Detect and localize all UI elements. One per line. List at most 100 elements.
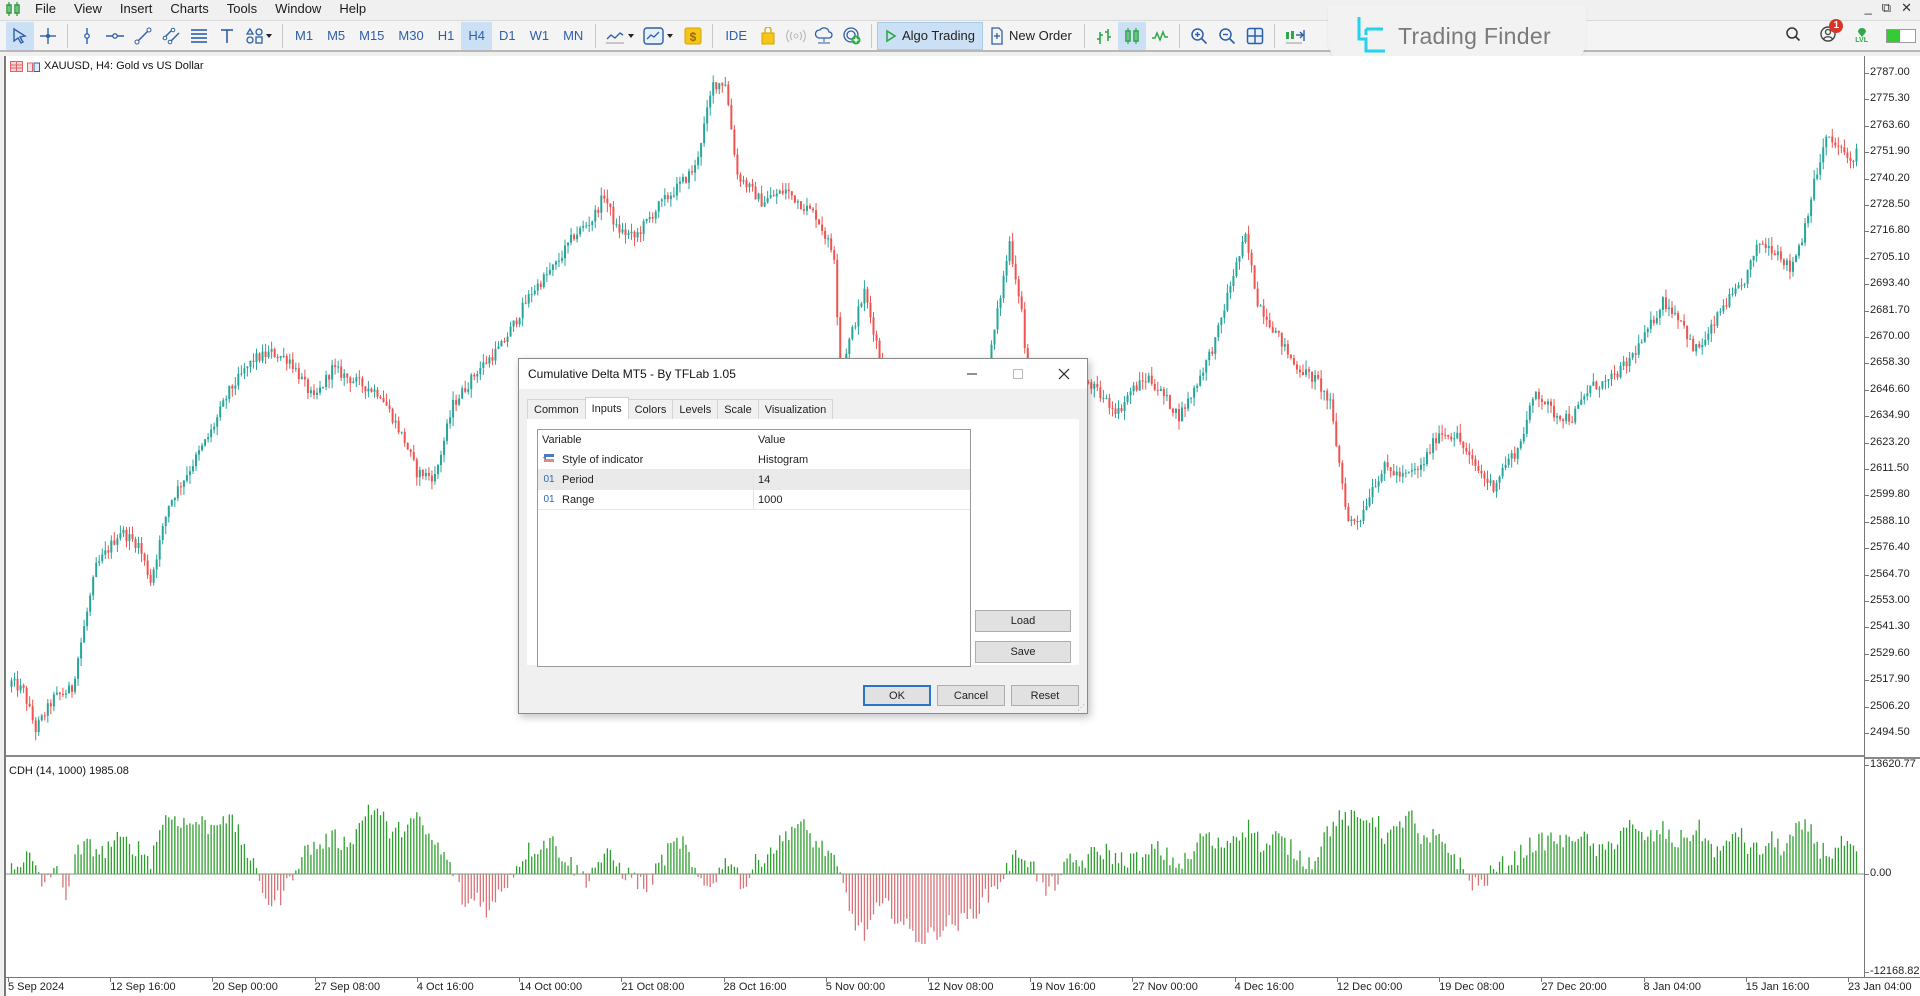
menu-view[interactable]: View (65, 0, 111, 18)
horizontal-line-button[interactable] (101, 22, 129, 50)
market-button[interactable]: $ (679, 22, 707, 50)
candlestick-chart-button[interactable] (1117, 21, 1146, 50)
candle (573, 233, 576, 241)
candle-body (479, 368, 482, 375)
tab-colors[interactable]: Colors (627, 399, 674, 419)
candle-body (1801, 242, 1804, 246)
channel-button[interactable] (157, 22, 185, 50)
candle (1725, 298, 1728, 310)
fibonacci-button[interactable] (185, 22, 213, 50)
signals-button[interactable] (782, 22, 810, 50)
dialog-minimize-button[interactable] (949, 359, 995, 389)
timeframe-h4[interactable]: H4 (461, 21, 492, 50)
candle-body (1698, 344, 1701, 348)
indicator-pane[interactable]: CDH (14, 1000) 1985.08 (6, 759, 1864, 977)
timeframe-m5[interactable]: M5 (320, 22, 352, 50)
crosshair-tool-button[interactable] (34, 22, 62, 50)
param-row-style[interactable]: Style of indicator Histogram (538, 450, 970, 470)
candle (609, 203, 612, 216)
price-tick (1865, 601, 1869, 602)
candle (455, 394, 458, 412)
menu-file[interactable]: File (26, 0, 65, 18)
minimize-icon[interactable]: _ (1865, 0, 1872, 16)
restore-icon[interactable]: ⧉ (1882, 0, 1891, 16)
timeframe-m15[interactable]: M15 (352, 22, 391, 50)
dialog-titlebar[interactable]: Cumulative Delta MT5 - By TFLab 1.05 (519, 359, 1087, 389)
param-row-period[interactable]: 01 Period 14 (538, 470, 970, 490)
dialog-maximize-button[interactable] (995, 359, 1041, 389)
cursor-tool-button[interactable] (6, 21, 34, 50)
account-button[interactable]: 1 (1819, 18, 1844, 48)
text-tool-button[interactable] (213, 22, 241, 50)
param-value[interactable]: Histogram (754, 454, 808, 466)
save-button[interactable]: Save (975, 641, 1071, 663)
ide-button[interactable]: IDE (718, 22, 754, 50)
tab-visualization[interactable]: Visualization (757, 399, 834, 419)
templates-button[interactable] (639, 22, 679, 50)
dialog-close-button[interactable] (1041, 359, 1087, 389)
menu-charts[interactable]: Charts (161, 0, 217, 18)
candle (570, 227, 573, 246)
vps-button[interactable] (810, 22, 838, 50)
shapes-button[interactable] (241, 22, 277, 50)
resize-grip-icon[interactable]: ⋰ (1077, 703, 1085, 712)
tab-levels[interactable]: Levels (672, 399, 719, 419)
ok-button[interactable]: OK (863, 685, 931, 706)
close-icon[interactable]: ✕ (1901, 0, 1912, 16)
timeframe-d1[interactable]: D1 (492, 22, 523, 50)
indicators-button[interactable] (601, 22, 639, 50)
shopping-bag-icon (761, 26, 775, 44)
candle-body (340, 366, 343, 378)
menu-window[interactable]: Window (266, 0, 330, 18)
menu-tools[interactable]: Tools (218, 0, 266, 18)
menu-help[interactable]: Help (330, 0, 375, 18)
chart-shift-button[interactable] (1280, 22, 1310, 50)
market-bag-button[interactable] (754, 22, 782, 50)
time-axis[interactable]: 5 Sep 2024 12 Sep 16:00 20 Sep 00:00 27 Sep… (6, 977, 1920, 996)
menu-insert[interactable]: Insert (111, 0, 162, 18)
tab-inputs[interactable]: Inputs (584, 397, 629, 419)
load-button[interactable]: Load (975, 610, 1071, 632)
tile-windows-button[interactable] (1241, 22, 1269, 50)
param-row-range[interactable]: 01 Range 1000 (538, 490, 970, 510)
param-value[interactable]: 1000 (754, 494, 782, 506)
candle (603, 189, 606, 203)
bar-chart-button[interactable] (1090, 22, 1118, 50)
new-order-button[interactable]: New Order (983, 22, 1079, 50)
one-click-trading-icon[interactable] (10, 60, 23, 72)
tab-scale[interactable]: Scale (717, 399, 759, 419)
algo-trading-button[interactable]: Algo Trading (876, 21, 983, 50)
vertical-line-button[interactable] (73, 22, 101, 50)
candle-body (1314, 375, 1317, 382)
reset-button[interactable]: Reset (1011, 685, 1079, 706)
candle-body (83, 626, 86, 643)
price-axis[interactable]: 2787.00 2775.30 2763.60 2751.90 2740.20 2728.… (1864, 56, 1920, 977)
candle (1123, 396, 1126, 420)
candle-body (1426, 452, 1429, 465)
add-signal-button[interactable] (838, 22, 866, 50)
candle (1120, 404, 1123, 413)
timeframe-m1[interactable]: M1 (288, 22, 320, 50)
candle-body (346, 373, 349, 378)
timeframe-h1[interactable]: H1 (431, 22, 462, 50)
candle-body (1849, 157, 1852, 161)
candle (1344, 477, 1347, 510)
candle-body (666, 195, 669, 200)
timeframe-w1[interactable]: W1 (523, 22, 557, 50)
timeframe-m30[interactable]: M30 (391, 22, 430, 50)
zoom-in-button[interactable] (1185, 22, 1213, 50)
tab-common[interactable]: Common (527, 399, 586, 419)
candle (188, 466, 191, 484)
zoom-out-button[interactable] (1213, 22, 1241, 50)
price-tick (1865, 574, 1869, 576)
param-variable-cell: 01 Range (538, 490, 754, 509)
cancel-button[interactable]: Cancel (937, 685, 1005, 706)
param-value[interactable]: 14 (754, 474, 770, 486)
search-button[interactable] (1785, 26, 1801, 47)
trend-line-button[interactable] (129, 22, 157, 50)
candle-body (1108, 397, 1111, 408)
timeframe-mn[interactable]: MN (556, 22, 590, 50)
pane-separator[interactable] (1865, 757, 1920, 759)
line-chart-button[interactable] (1146, 22, 1174, 50)
candle (421, 469, 424, 480)
